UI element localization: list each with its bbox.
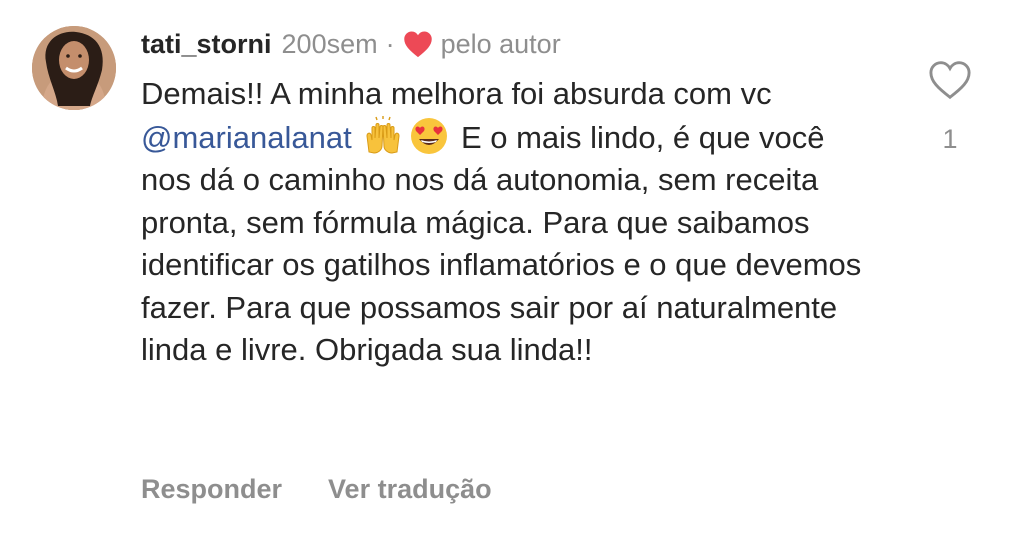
comment-text-part1: Demais!! A minha melhora foi absurda com…: [141, 76, 772, 111]
comment: tati_storni 200sem · pelo autor Demais!!…: [0, 0, 1024, 536]
comment-text: Demais!! A minha melhora foi absurda com…: [141, 73, 881, 372]
comment-header: tati_storni 200sem · pelo autor: [141, 26, 561, 62]
comment-text-part2: E o mais lindo, é que você nos dá o cami…: [141, 119, 862, 368]
raising-hands-emoji-icon: [363, 115, 403, 156]
like-heart-icon[interactable]: [928, 60, 972, 100]
heart-eyes-emoji-icon: [409, 116, 449, 156]
comment-actions: Responder Ver tradução: [141, 474, 492, 505]
mention-link[interactable]: @marianalanat: [141, 120, 352, 155]
username[interactable]: tati_storni: [141, 29, 272, 60]
like-count: 1: [942, 124, 958, 154]
reply-button[interactable]: Responder: [141, 474, 282, 505]
separator: ·: [385, 28, 395, 59]
author-liked-heart-icon: [403, 30, 433, 58]
avatar[interactable]: [32, 26, 116, 110]
liked-by-author-label: pelo autor: [440, 28, 561, 59]
timestamp: 200sem: [281, 28, 378, 59]
see-translation-button[interactable]: Ver tradução: [328, 474, 492, 505]
